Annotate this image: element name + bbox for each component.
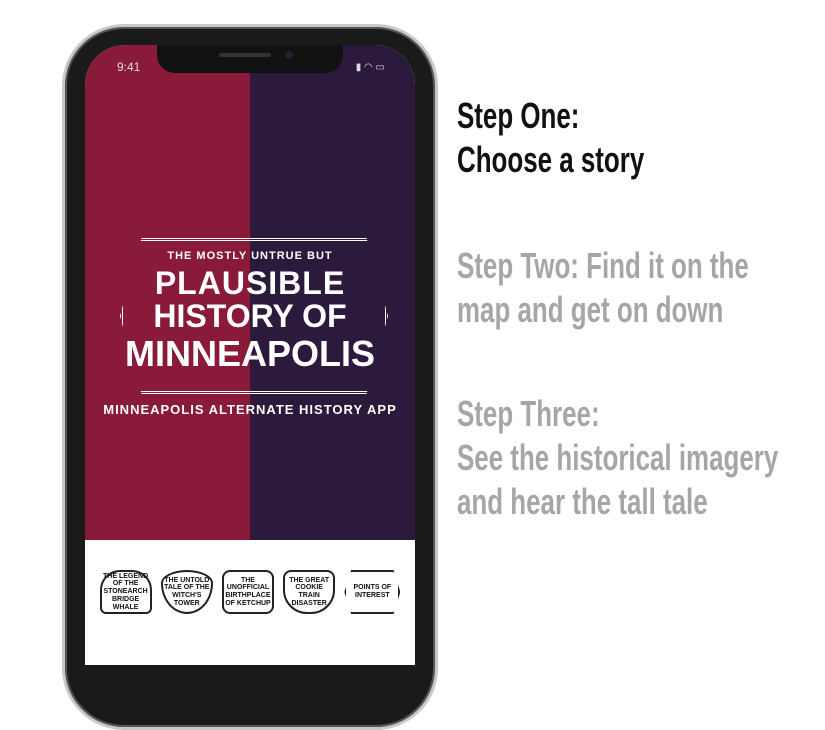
story-whale-button[interactable]: THE LEGEND OF THE STONEARCH BRIDGE WHALE	[99, 570, 152, 614]
step-three: Step Three: See the historical imagery a…	[457, 392, 778, 524]
step-two: Step Two: Find it on the map and get on …	[457, 244, 749, 332]
app-subtitle: MINNEAPOLIS ALTERNATE HISTORY APP	[103, 402, 397, 417]
logo-line4: MINNEAPOLIS	[124, 333, 375, 374]
notch	[157, 45, 343, 73]
logo-line2: PLAUSIBLE	[154, 265, 346, 301]
speaker	[219, 53, 271, 57]
phone-screen: 9:41 ▮ ◠ ▭ THE MOSTLY UNTRUE BUT PLAUSIB…	[85, 45, 415, 665]
step-one-line2: Choose a story	[457, 139, 645, 180]
story-ketchup-button[interactable]: THE UNOFFICIAL BIRTHPLACE OF KETCHUP	[221, 570, 274, 614]
step-three-line1: Step Three:	[457, 393, 600, 434]
battery-icon: ▮ ◠ ▭	[355, 62, 385, 73]
step-three-line2: See the historical imagery	[457, 437, 779, 478]
step-two-line2: map and get on down	[457, 289, 724, 330]
camera-icon	[285, 51, 293, 59]
step-two-line1: Step Two: Find it on the	[457, 245, 749, 286]
status-time: 9:41	[117, 60, 141, 74]
story-witchs-tower-button[interactable]: THE UNTOLD TALE OF THE WITCH'S TOWER	[160, 570, 213, 614]
story-icons: THE LEGEND OF THE STONEARCH BRIDGE WHALE…	[95, 570, 405, 614]
points-of-interest-button[interactable]: POINTS OF INTEREST	[344, 570, 401, 614]
step-three-line3: and hear the tall tale	[457, 481, 708, 522]
logo-line3: HISTORY OF	[153, 298, 347, 334]
step-one-line1: Step One:	[457, 95, 580, 136]
story-cookie-train-button[interactable]: THE GREAT COOKIE TRAIN DISASTER	[283, 570, 336, 614]
step-one: Step One: Choose a story	[457, 94, 644, 182]
logo-line1: THE MOSTLY UNTRUE BUT	[167, 250, 333, 262]
